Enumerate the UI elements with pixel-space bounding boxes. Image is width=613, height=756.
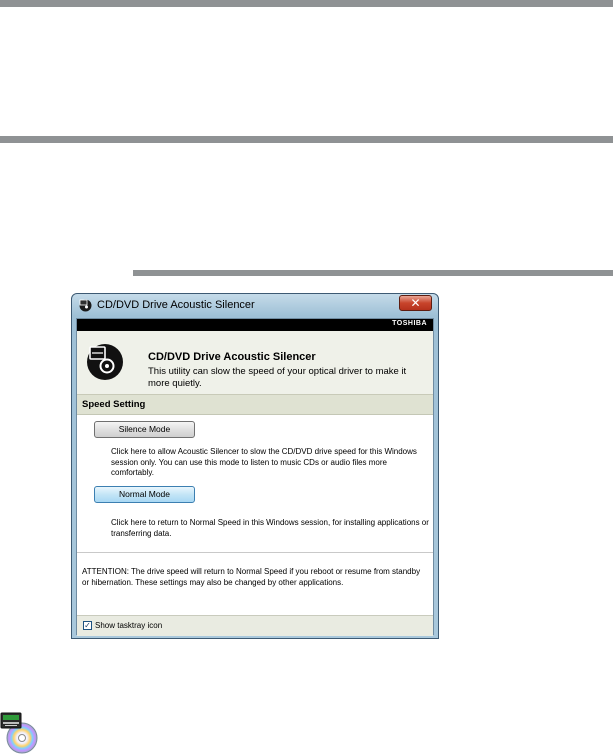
close-icon: ✕ [410, 296, 421, 310]
window-client-area: TOSHIBA CD/DVD Drive Acoustic Silencer T… [76, 318, 434, 636]
app-description: This utility can slow the speed of your … [148, 366, 407, 389]
brand-logo: TOSHIBA [392, 320, 427, 327]
figure-rule [133, 270, 613, 276]
divider [77, 552, 433, 553]
footer-bar: ✓ Show tasktray icon [77, 615, 433, 636]
normal-mode-button[interactable]: Normal Mode [94, 486, 195, 503]
acoustic-silencer-window: CD/DVD Drive Acoustic Silencer ✕ TOSHIBA… [71, 293, 439, 639]
silence-mode-description: Click here to allow Acoustic Silencer to… [111, 447, 417, 477]
section-rule [0, 136, 613, 143]
window-title: CD/DVD Drive Acoustic Silencer [97, 299, 255, 311]
app-heading: CD/DVD Drive Acoustic Silencer [148, 351, 316, 363]
silence-mode-button[interactable]: Silence Mode [94, 421, 195, 438]
cd-dvd-tray-icon [0, 712, 38, 754]
title-bar[interactable]: CD/DVD Drive Acoustic Silencer ✕ [72, 294, 438, 318]
speed-setting-label: Speed Setting [82, 399, 146, 410]
app-icon [79, 299, 92, 312]
disc-icon [87, 344, 123, 380]
show-tasktray-label[interactable]: Show tasktray icon [95, 621, 162, 630]
normal-mode-description: Click here to return to Normal Speed in … [111, 518, 429, 538]
brand-bar: TOSHIBA [77, 319, 433, 331]
show-tasktray-checkbox[interactable]: ✓ [83, 621, 92, 630]
speed-setting-header: Speed Setting [77, 395, 433, 415]
attention-note: ATTENTION: The drive speed will return t… [82, 567, 421, 587]
close-button[interactable]: ✕ [399, 295, 432, 311]
top-rule [0, 0, 613, 7]
header-panel: CD/DVD Drive Acoustic Silencer This util… [77, 331, 433, 395]
